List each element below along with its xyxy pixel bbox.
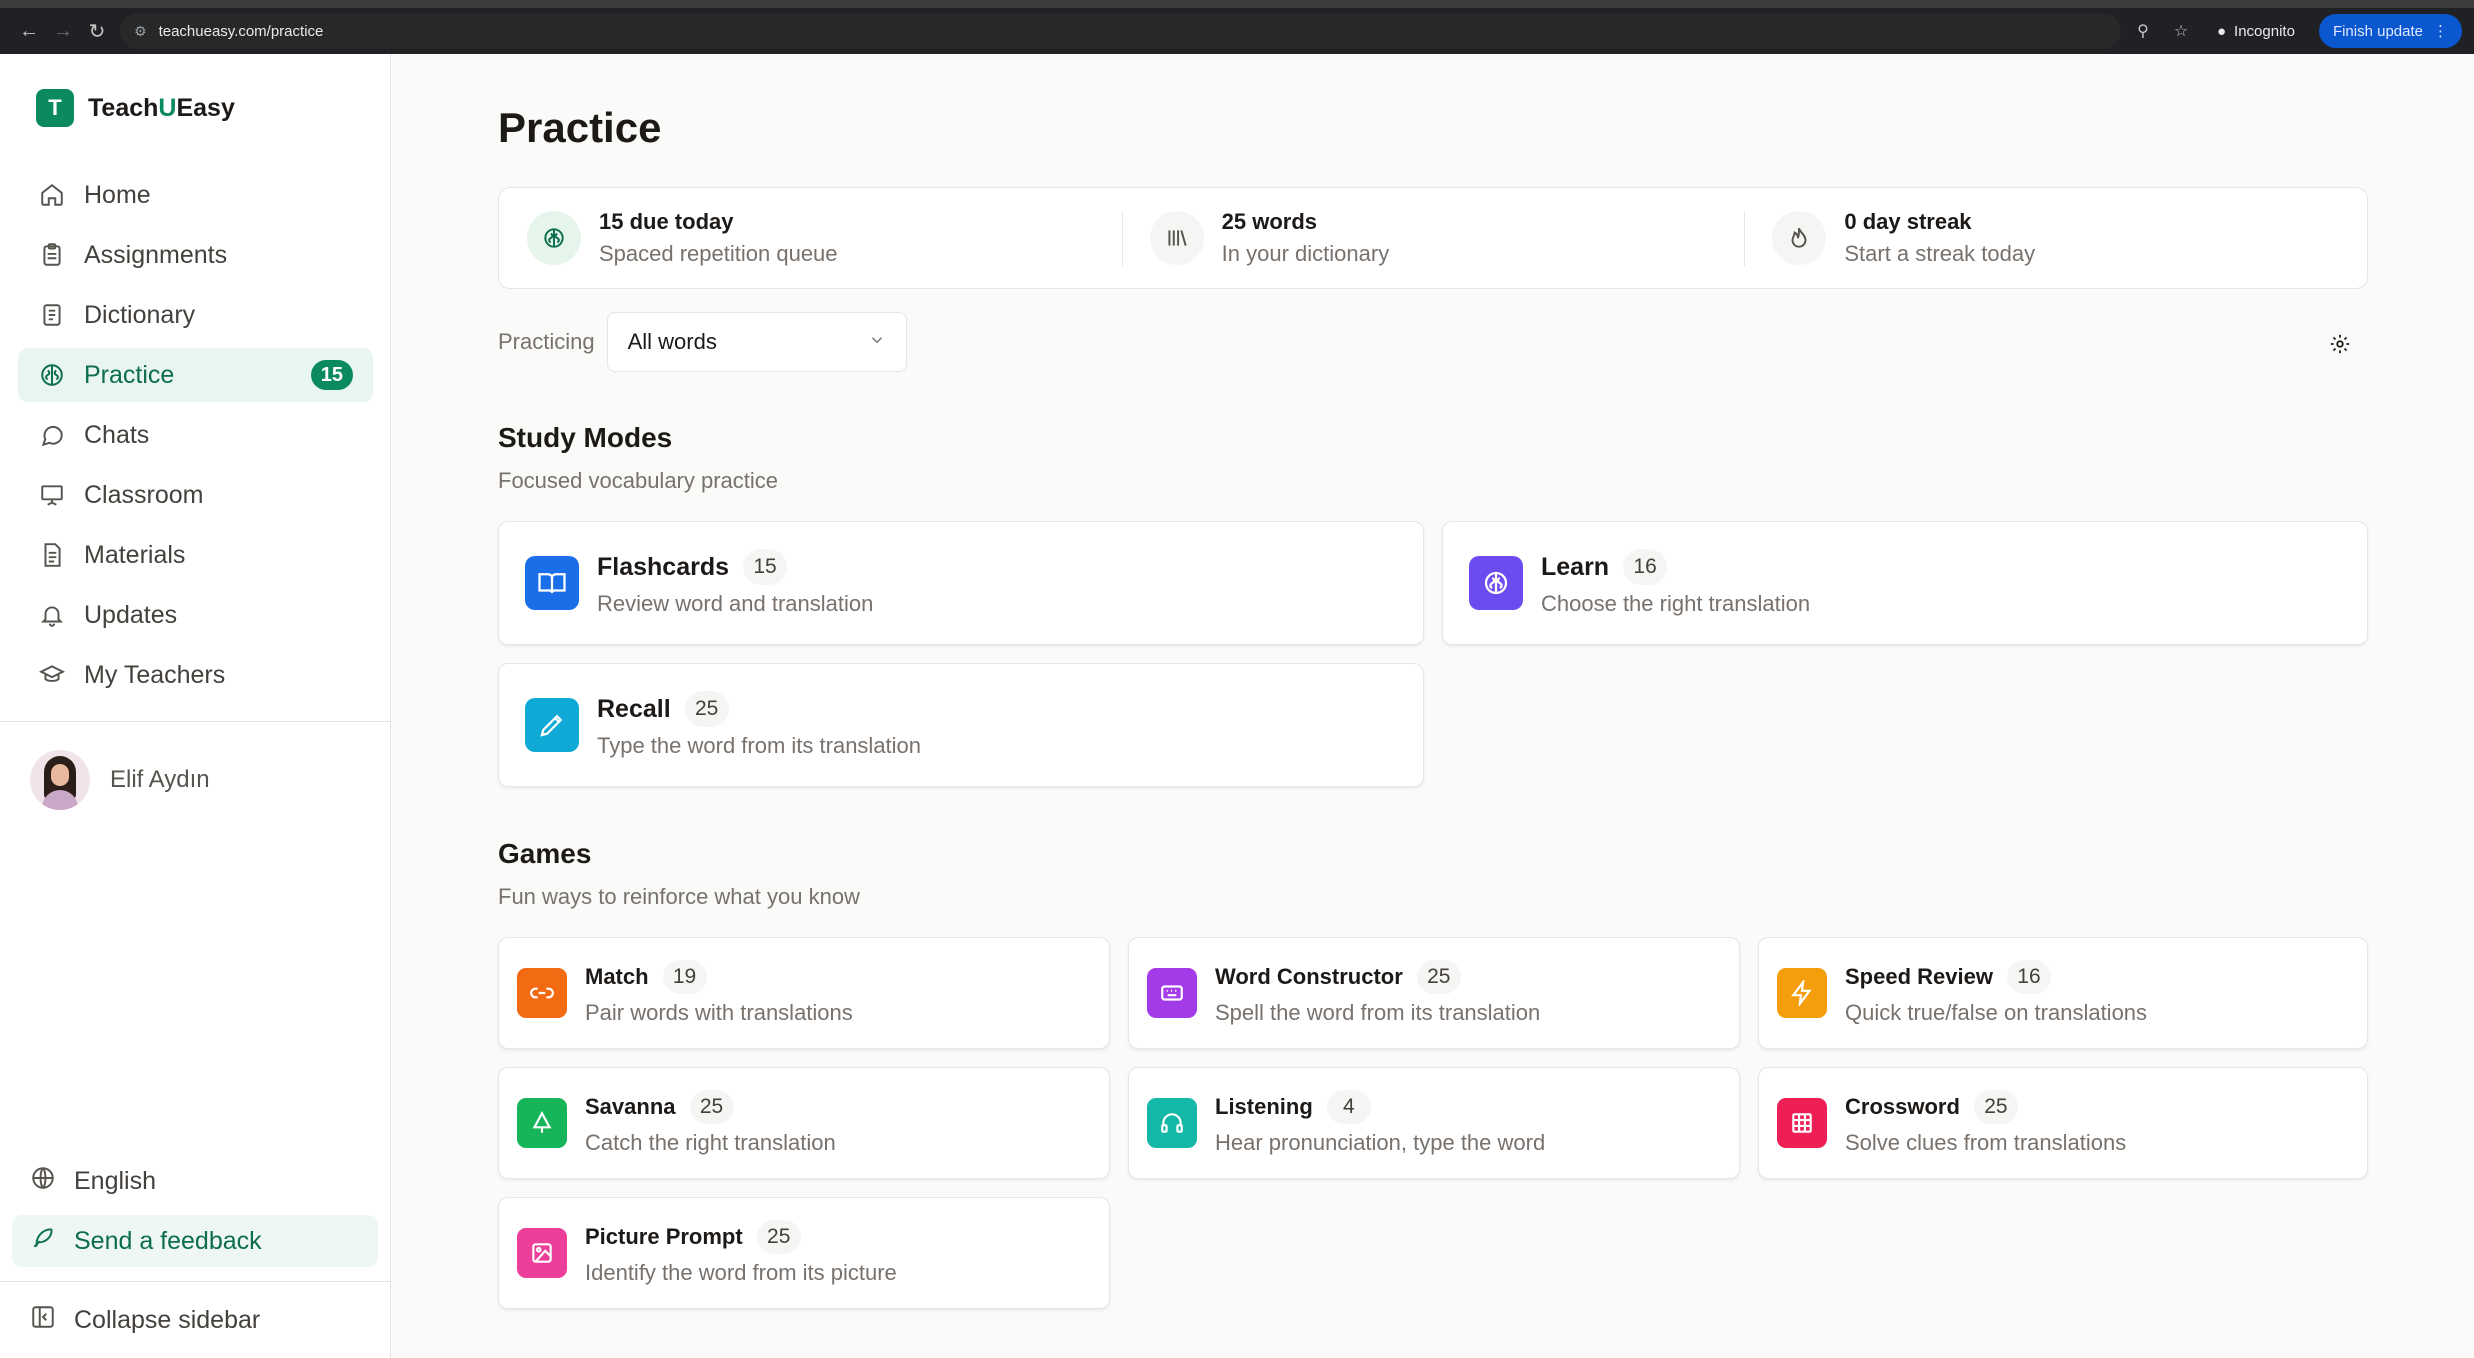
sidebar-item-materials[interactable]: Materials (18, 528, 373, 582)
globe-icon (30, 1165, 56, 1198)
sidebar-item-updates[interactable]: Updates (18, 588, 373, 642)
count-badge: 4 (1326, 1090, 1371, 1124)
count-badge: 19 (662, 960, 707, 994)
practicing-filter: Practicing All words (498, 312, 907, 372)
user-profile[interactable]: Elif Aydın (30, 750, 210, 810)
collapse-sidebar-button[interactable]: Collapse sidebar (12, 1294, 378, 1346)
listening-game-card[interactable]: Listening 4 Hear pronunciation, type the … (1128, 1067, 1740, 1179)
clipboard-icon (38, 241, 66, 269)
study-modes-subtitle: Focused vocabulary practice (498, 468, 779, 493)
pencil-icon (525, 698, 579, 752)
sidebar-item-assignments[interactable]: Assignments (18, 228, 373, 282)
tree-icon (517, 1098, 567, 1148)
sidebar-nav: Home Assignments Dictionary Practice 15 … (18, 168, 373, 708)
brain-icon (527, 211, 581, 265)
finish-update-button[interactable]: Finish update ⋮ (2318, 14, 2462, 48)
keyboard-icon (1147, 968, 1197, 1018)
grid-icon (1777, 1098, 1827, 1148)
stat-words: 25 words In your dictionary (1121, 188, 1745, 288)
presentation-icon (38, 481, 66, 509)
home-icon (38, 181, 66, 209)
games-subtitle: Fun ways to reinforce what you know (498, 884, 860, 909)
forward-icon[interactable]: → (46, 14, 80, 48)
sidebar-divider (0, 721, 390, 722)
settings-gear-icon[interactable] (2326, 330, 2354, 358)
bell-icon (38, 601, 66, 629)
graduation-cap-icon (38, 661, 66, 689)
sidebar-item-practice[interactable]: Practice 15 (18, 348, 373, 402)
open-book-icon (525, 556, 579, 610)
brand-logo: T (36, 89, 74, 127)
study-modes-title: Study Modes (498, 422, 673, 453)
count-badge: 25 (689, 1090, 734, 1124)
zoom-icon[interactable]: ⚲ (2131, 21, 2155, 41)
reload-icon[interactable]: ↻ (80, 14, 114, 48)
count-badge: 25 (1973, 1090, 2018, 1124)
match-game-card[interactable]: Match 19 Pair words with translations (498, 937, 1110, 1049)
image-icon (517, 1228, 567, 1278)
picture-prompt-game-card[interactable]: Picture Prompt 25 Identify the word from … (498, 1197, 1110, 1309)
recall-card[interactable]: Recall 25 Type the word from its translat… (498, 663, 1424, 787)
user-name: Elif Aydın (110, 766, 210, 793)
incognito-indicator[interactable]: ● Incognito (2207, 23, 2305, 40)
document-icon (38, 541, 66, 569)
sidebar: T TeachUEasy Home Assignments Dictionary… (0, 54, 391, 1358)
brain-icon (38, 361, 66, 389)
brand-name: TeachUEasy (88, 93, 235, 122)
learn-card[interactable]: Learn 16 Choose the right translation (1442, 521, 2368, 645)
lightning-icon (1777, 968, 1827, 1018)
collapse-sidebar-icon (30, 1304, 56, 1337)
url-text: teachueasy.com/practice (158, 22, 324, 40)
language-selector[interactable]: English (12, 1155, 378, 1207)
send-feedback-button[interactable]: Send a feedback (12, 1215, 378, 1267)
stats-bar: 15 due today Spaced repetition queue 25 … (498, 187, 2368, 289)
chat-icon (38, 421, 66, 449)
incognito-icon: ● (2216, 22, 2227, 40)
savanna-game-card[interactable]: Savanna 25 Catch the right translation (498, 1067, 1110, 1179)
bookmark-star-icon[interactable]: ☆ (2169, 21, 2193, 41)
link-icon (517, 968, 567, 1018)
count-badge: 15 (743, 549, 788, 585)
sidebar-item-home[interactable]: Home (18, 168, 373, 222)
chevron-down-icon (868, 329, 886, 355)
menu-dots-icon: ⋮ (2433, 23, 2448, 40)
word-constructor-game-card[interactable]: Word Constructor 25 Spell the word from i… (1128, 937, 1740, 1049)
sidebar-item-chats[interactable]: Chats (18, 408, 373, 462)
brain-icon (1469, 556, 1523, 610)
practicing-select[interactable]: All words (606, 312, 907, 372)
sidebar-divider-bottom (0, 1281, 390, 1282)
feather-icon (30, 1225, 56, 1258)
back-icon[interactable]: ← (12, 14, 46, 48)
flashcards-card[interactable]: Flashcards 15 Review word and translation (498, 521, 1424, 645)
games-title: Games (498, 838, 592, 869)
headphones-icon (1147, 1098, 1197, 1148)
stat-due-today: 15 due today Spaced repetition queue (499, 188, 1122, 288)
practicing-label: Practicing (498, 329, 595, 354)
crossword-game-card[interactable]: Crossword 25 Solve clues from translation… (1758, 1067, 2368, 1179)
stat-streak: 0 day streak Start a streak today (1744, 188, 2367, 288)
address-bar[interactable]: ⚙ teachueasy.com/practice (120, 13, 2121, 49)
sidebar-item-classroom[interactable]: Classroom (18, 468, 373, 522)
page-title: Practice (498, 104, 662, 151)
practice-count-badge: 15 (310, 360, 353, 390)
sidebar-item-my-teachers[interactable]: My Teachers (18, 648, 373, 702)
browser-toolbar: ← → ↻ ⚙ teachueasy.com/practice ⚲ ☆ ● In… (0, 0, 2474, 54)
brand[interactable]: T TeachUEasy (36, 89, 235, 127)
count-badge: 25 (1416, 960, 1461, 994)
book-icon (38, 301, 66, 329)
count-badge: 25 (756, 1220, 801, 1254)
library-icon (1149, 211, 1204, 265)
flame-icon (1772, 211, 1827, 265)
count-badge: 16 (2006, 960, 2051, 994)
site-info-icon[interactable]: ⚙ (134, 23, 147, 40)
sidebar-item-dictionary[interactable]: Dictionary (18, 288, 373, 342)
avatar (30, 750, 90, 810)
count-badge: 16 (1623, 549, 1668, 585)
count-badge: 25 (684, 691, 729, 727)
main-content: Practice 15 due today Spaced repetition … (391, 54, 2474, 1358)
speed-review-game-card[interactable]: Speed Review 16 Quick true/false on trans… (1758, 937, 2368, 1049)
